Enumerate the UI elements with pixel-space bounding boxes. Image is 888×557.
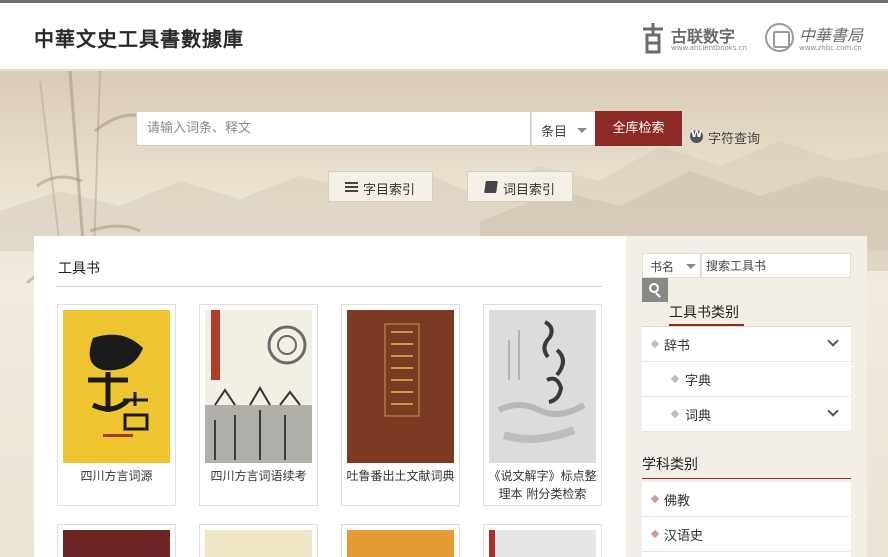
list-icon: [345, 182, 358, 192]
zhbc-logo-name: 中華書局: [799, 26, 864, 45]
book-card[interactable]: 四川方言词语续考: [199, 304, 318, 506]
word-index-label: 词目索引: [503, 183, 556, 198]
ancientbooks-mark-icon: [643, 23, 663, 54]
book-title: 四川方言词语续考: [210, 469, 307, 483]
book-card[interactable]: [57, 524, 176, 557]
chevron-down-icon[interactable]: [827, 335, 839, 347]
search-scope-select[interactable]: 条目: [531, 111, 596, 146]
subject-label: 汉语史: [664, 529, 704, 544]
book-cover: [489, 530, 596, 557]
full-search-button[interactable]: 全库检索: [595, 111, 682, 146]
search-input[interactable]: [137, 112, 530, 145]
book-card[interactable]: [483, 524, 602, 557]
sidebar-filter-select[interactable]: 书名: [642, 253, 701, 278]
search-scope-value: 条目: [541, 125, 568, 140]
sidebar-search-input[interactable]: [702, 254, 850, 277]
cover-art-turfan-dictionary: [384, 323, 420, 417]
char-index-label: 字目索引: [363, 183, 416, 198]
subject-item-chinese-history[interactable]: 汉语史: [642, 517, 851, 552]
sidebar-filter-value: 书名: [650, 260, 675, 274]
category-item-cidian[interactable]: 词典: [642, 397, 851, 432]
category-label: 词典: [685, 409, 712, 424]
diamond-bullet-icon: [650, 339, 660, 349]
category-item-cishu[interactable]: 辞书: [642, 327, 851, 362]
category-heading: 工具书类别: [669, 305, 739, 321]
category-list: 辞书 字典 词典: [642, 326, 851, 432]
search-box[interactable]: [136, 111, 531, 146]
section-divider: [56, 286, 602, 287]
subject-heading: 学科类别: [642, 457, 698, 473]
book-title: 四川方言词源: [80, 469, 153, 483]
zhbc-logo[interactable]: 中華書局 www.zhbc.com.cn: [765, 22, 870, 56]
ancientbooks-logo-url: www.ancientbooks.cn: [671, 44, 747, 52]
book-cover: [347, 310, 454, 463]
section-title: 工具书: [58, 261, 100, 277]
cover-art-shuowen: [489, 310, 596, 463]
zhbc-logo-url: www.zhbc.com.cn: [799, 44, 862, 52]
sidebar: 书名 工具书类别 辞书 字典 词典: [626, 236, 867, 557]
book-cover: [347, 530, 454, 557]
book-card[interactable]: 《说文解字》标点整理本 附分类检索: [483, 304, 602, 506]
site-header: 中華文史工具書數據庫 古联数字 www.ancientbooks.cn 中華書局…: [0, 3, 888, 70]
book-cover: [205, 530, 312, 557]
sidebar-search-field[interactable]: [701, 253, 851, 278]
category-label: 字典: [685, 374, 712, 389]
book-cover: [63, 310, 170, 463]
tool-books-panel: 工具书 四川方言词源 四川方言词语续考 吐鲁番出土文献词典 《说文解字》标点整理…: [34, 236, 626, 557]
cover-art-sichuan-dialect: [88, 334, 149, 437]
category-label: 辞书: [664, 339, 691, 354]
char-query-label: 字符查询: [708, 132, 761, 147]
hero-banner: 条目 全库检索 字符查询 字目索引 词目索引 工具书 四川方言词源: [0, 71, 888, 557]
site-title[interactable]: 中華文史工具書數據庫: [34, 23, 244, 52]
book-title: 吐鲁番出土文献词典: [346, 469, 455, 483]
diamond-bullet-icon: [670, 374, 680, 384]
search-icon: [649, 283, 659, 293]
diamond-bullet-icon: [670, 409, 680, 419]
sidebar-search-button[interactable]: [642, 278, 668, 302]
book-card[interactable]: [199, 524, 318, 557]
book-title: 《说文解字》标点整理本 附分类检索: [488, 469, 597, 501]
category-item-zidian[interactable]: 字典: [642, 362, 851, 397]
subject-heading-underline: [642, 478, 851, 479]
chevron-down-icon: [577, 128, 587, 133]
subject-item-buddhism[interactable]: 佛教: [642, 482, 851, 517]
book-card[interactable]: 吐鲁番出土文献词典: [341, 304, 460, 506]
chevron-down-icon[interactable]: [827, 405, 839, 417]
book-card[interactable]: 四川方言词源: [57, 304, 176, 506]
book-cover: [63, 530, 170, 557]
diamond-bullet-icon: [650, 494, 660, 504]
chevron-down-icon: [686, 264, 696, 269]
ancientbooks-logo[interactable]: 古联数字 www.ancientbooks.cn: [641, 22, 753, 56]
wordpress-icon: [690, 129, 703, 143]
subject-label: 佛教: [664, 494, 691, 509]
word-index-button[interactable]: 词目索引: [467, 171, 573, 202]
book-cover: [489, 310, 596, 463]
subject-list: 佛教 汉语史: [642, 482, 851, 557]
book-cover: [205, 310, 312, 463]
book-card[interactable]: [341, 524, 460, 557]
diamond-bullet-icon: [650, 529, 660, 539]
char-index-button[interactable]: 字目索引: [328, 171, 433, 202]
cover-art-sichuan-dialect-sequel: [205, 310, 312, 463]
book-icon: [484, 181, 498, 193]
zhbc-seal-icon: [765, 23, 794, 52]
